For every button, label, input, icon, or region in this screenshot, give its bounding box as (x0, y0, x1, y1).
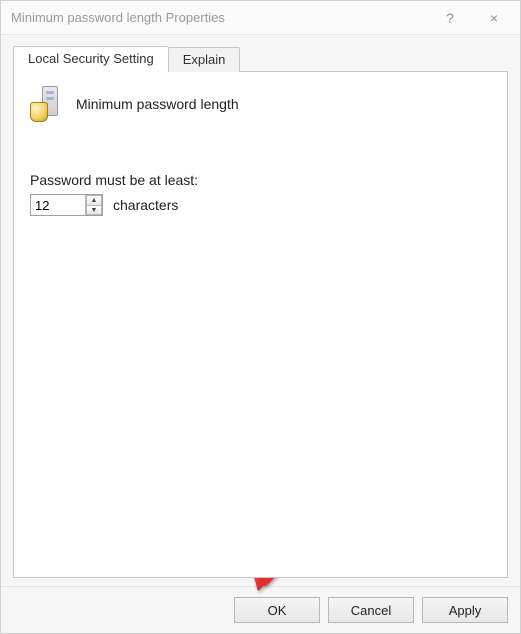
field-label: Password must be at least: (30, 172, 491, 188)
panel-header: Minimum password length (30, 86, 491, 122)
titlebar-buttons: ? × (428, 3, 516, 33)
spin-down-button[interactable]: ▼ (86, 205, 102, 215)
min-length-spinner[interactable]: ▲ ▼ (30, 194, 103, 216)
min-length-input[interactable] (31, 195, 85, 215)
tab-strip: Local Security Setting Explain (13, 45, 508, 71)
panel-header-text: Minimum password length (76, 96, 239, 112)
tab-local-security-setting[interactable]: Local Security Setting (13, 46, 169, 72)
close-button[interactable]: × (472, 3, 516, 33)
spin-up-button[interactable]: ▲ (86, 195, 102, 205)
policy-icon (30, 86, 64, 122)
titlebar: Minimum password length Properties ? × (1, 1, 520, 35)
tab-explain[interactable]: Explain (168, 47, 241, 72)
spin-buttons: ▲ ▼ (85, 195, 102, 215)
cancel-button[interactable]: Cancel (328, 597, 414, 623)
ok-button[interactable]: OK (234, 597, 320, 623)
properties-window: Minimum password length Properties ? × L… (0, 0, 521, 634)
apply-button[interactable]: Apply (422, 597, 508, 623)
field-suffix: characters (113, 197, 178, 213)
window-title: Minimum password length Properties (11, 10, 428, 25)
dialog-buttons: OK Cancel Apply (1, 586, 520, 633)
tab-panel: Minimum password length Password must be… (13, 71, 508, 578)
help-button[interactable]: ? (428, 3, 472, 33)
content-area: Local Security Setting Explain Minimum p… (1, 35, 520, 586)
spinner-row: ▲ ▼ characters (30, 194, 491, 216)
